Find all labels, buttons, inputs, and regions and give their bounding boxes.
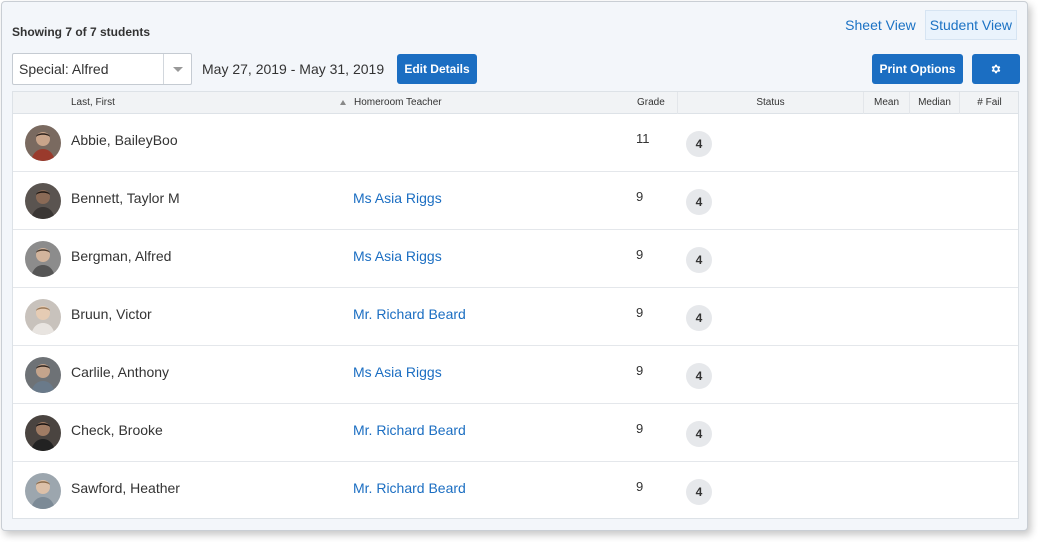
- table-row[interactable]: Bruun, Victor Mr. Richard Beard 9 4: [13, 288, 1018, 346]
- dropdown-arrow-icon[interactable]: [163, 54, 191, 84]
- homeroom-teacher-link[interactable]: Ms Asia Riggs: [353, 248, 442, 264]
- grade-value: 9: [636, 421, 644, 436]
- student-name[interactable]: Bennett, Taylor M: [71, 190, 180, 206]
- filter-select[interactable]: Special: Alfred: [12, 53, 192, 85]
- column-header-median[interactable]: Median: [909, 92, 959, 114]
- table-row[interactable]: Sawford, Heather Mr. Richard Beard 9 4: [13, 462, 1018, 520]
- column-header-mean[interactable]: Mean: [863, 92, 909, 114]
- column-header-name[interactable]: Last, First: [71, 92, 115, 114]
- filter-select-value: Special: Alfred: [19, 61, 109, 77]
- student-name[interactable]: Bruun, Victor: [71, 306, 152, 322]
- student-name[interactable]: Carlile, Anthony: [71, 364, 169, 380]
- status-badge[interactable]: 4: [686, 421, 712, 447]
- settings-button[interactable]: [972, 54, 1020, 84]
- homeroom-teacher-link[interactable]: Mr. Richard Beard: [353, 306, 466, 322]
- column-header-status[interactable]: Status: [677, 92, 863, 114]
- column-header-grade[interactable]: Grade: [637, 92, 665, 114]
- homeroom-teacher-link[interactable]: Ms Asia Riggs: [353, 364, 442, 380]
- status-badge[interactable]: 4: [686, 189, 712, 215]
- status-badge[interactable]: 4: [686, 247, 712, 273]
- status-badge[interactable]: 4: [686, 363, 712, 389]
- avatar: [25, 357, 61, 393]
- date-range: May 27, 2019 - May 31, 2019: [202, 61, 385, 77]
- column-header-teacher[interactable]: Homeroom Teacher: [354, 92, 442, 114]
- student-table: Last, First Homeroom Teacher Grade Statu…: [12, 91, 1019, 519]
- avatar: [25, 241, 61, 277]
- grade-value: 9: [636, 189, 644, 204]
- table-row[interactable]: Bergman, Alfred Ms Asia Riggs 9 4: [13, 230, 1018, 288]
- avatar: [25, 299, 61, 335]
- table-header: Last, First Homeroom Teacher Grade Statu…: [13, 92, 1018, 114]
- student-name[interactable]: Sawford, Heather: [71, 480, 180, 496]
- showing-count: Showing 7 of 7 students: [12, 25, 151, 39]
- homeroom-teacher-link[interactable]: Mr. Richard Beard: [353, 480, 466, 496]
- student-view-button[interactable]: Student View: [924, 10, 1017, 40]
- grade-value: 9: [636, 305, 644, 320]
- app-frame: Showing 7 of 7 students Sheet View Stude…: [1, 1, 1028, 531]
- avatar: [25, 125, 61, 161]
- student-name[interactable]: Check, Brooke: [71, 422, 163, 438]
- status-badge[interactable]: 4: [686, 305, 712, 331]
- table-row[interactable]: Bennett, Taylor M Ms Asia Riggs 9 4: [13, 172, 1018, 230]
- sheet-view-button[interactable]: Sheet View: [840, 10, 921, 40]
- student-name[interactable]: Abbie, BaileyBoo: [71, 132, 178, 148]
- edit-details-button[interactable]: Edit Details: [397, 54, 477, 84]
- status-badge[interactable]: 4: [686, 479, 712, 505]
- table-row[interactable]: Abbie, BaileyBoo 11 4: [13, 114, 1018, 172]
- grade-value: 11: [636, 131, 650, 146]
- avatar: [25, 473, 61, 509]
- gear-icon: [991, 64, 1001, 74]
- avatar: [25, 415, 61, 451]
- grade-value: 9: [636, 363, 644, 378]
- table-row[interactable]: Check, Brooke Mr. Richard Beard 9 4: [13, 404, 1018, 462]
- print-options-button[interactable]: Print Options: [872, 54, 963, 84]
- view-toggle: Sheet View Student View: [840, 10, 1017, 40]
- homeroom-teacher-link[interactable]: Mr. Richard Beard: [353, 422, 466, 438]
- homeroom-teacher-link[interactable]: Ms Asia Riggs: [353, 190, 442, 206]
- status-badge[interactable]: 4: [686, 131, 712, 157]
- column-header-fail[interactable]: # Fail: [959, 92, 1019, 114]
- avatar: [25, 183, 61, 219]
- table-row[interactable]: Carlile, Anthony Ms Asia Riggs 9 4: [13, 346, 1018, 404]
- grade-value: 9: [636, 247, 644, 262]
- grade-value: 9: [636, 479, 644, 494]
- sort-up-icon[interactable]: [340, 100, 346, 105]
- student-name[interactable]: Bergman, Alfred: [71, 248, 171, 264]
